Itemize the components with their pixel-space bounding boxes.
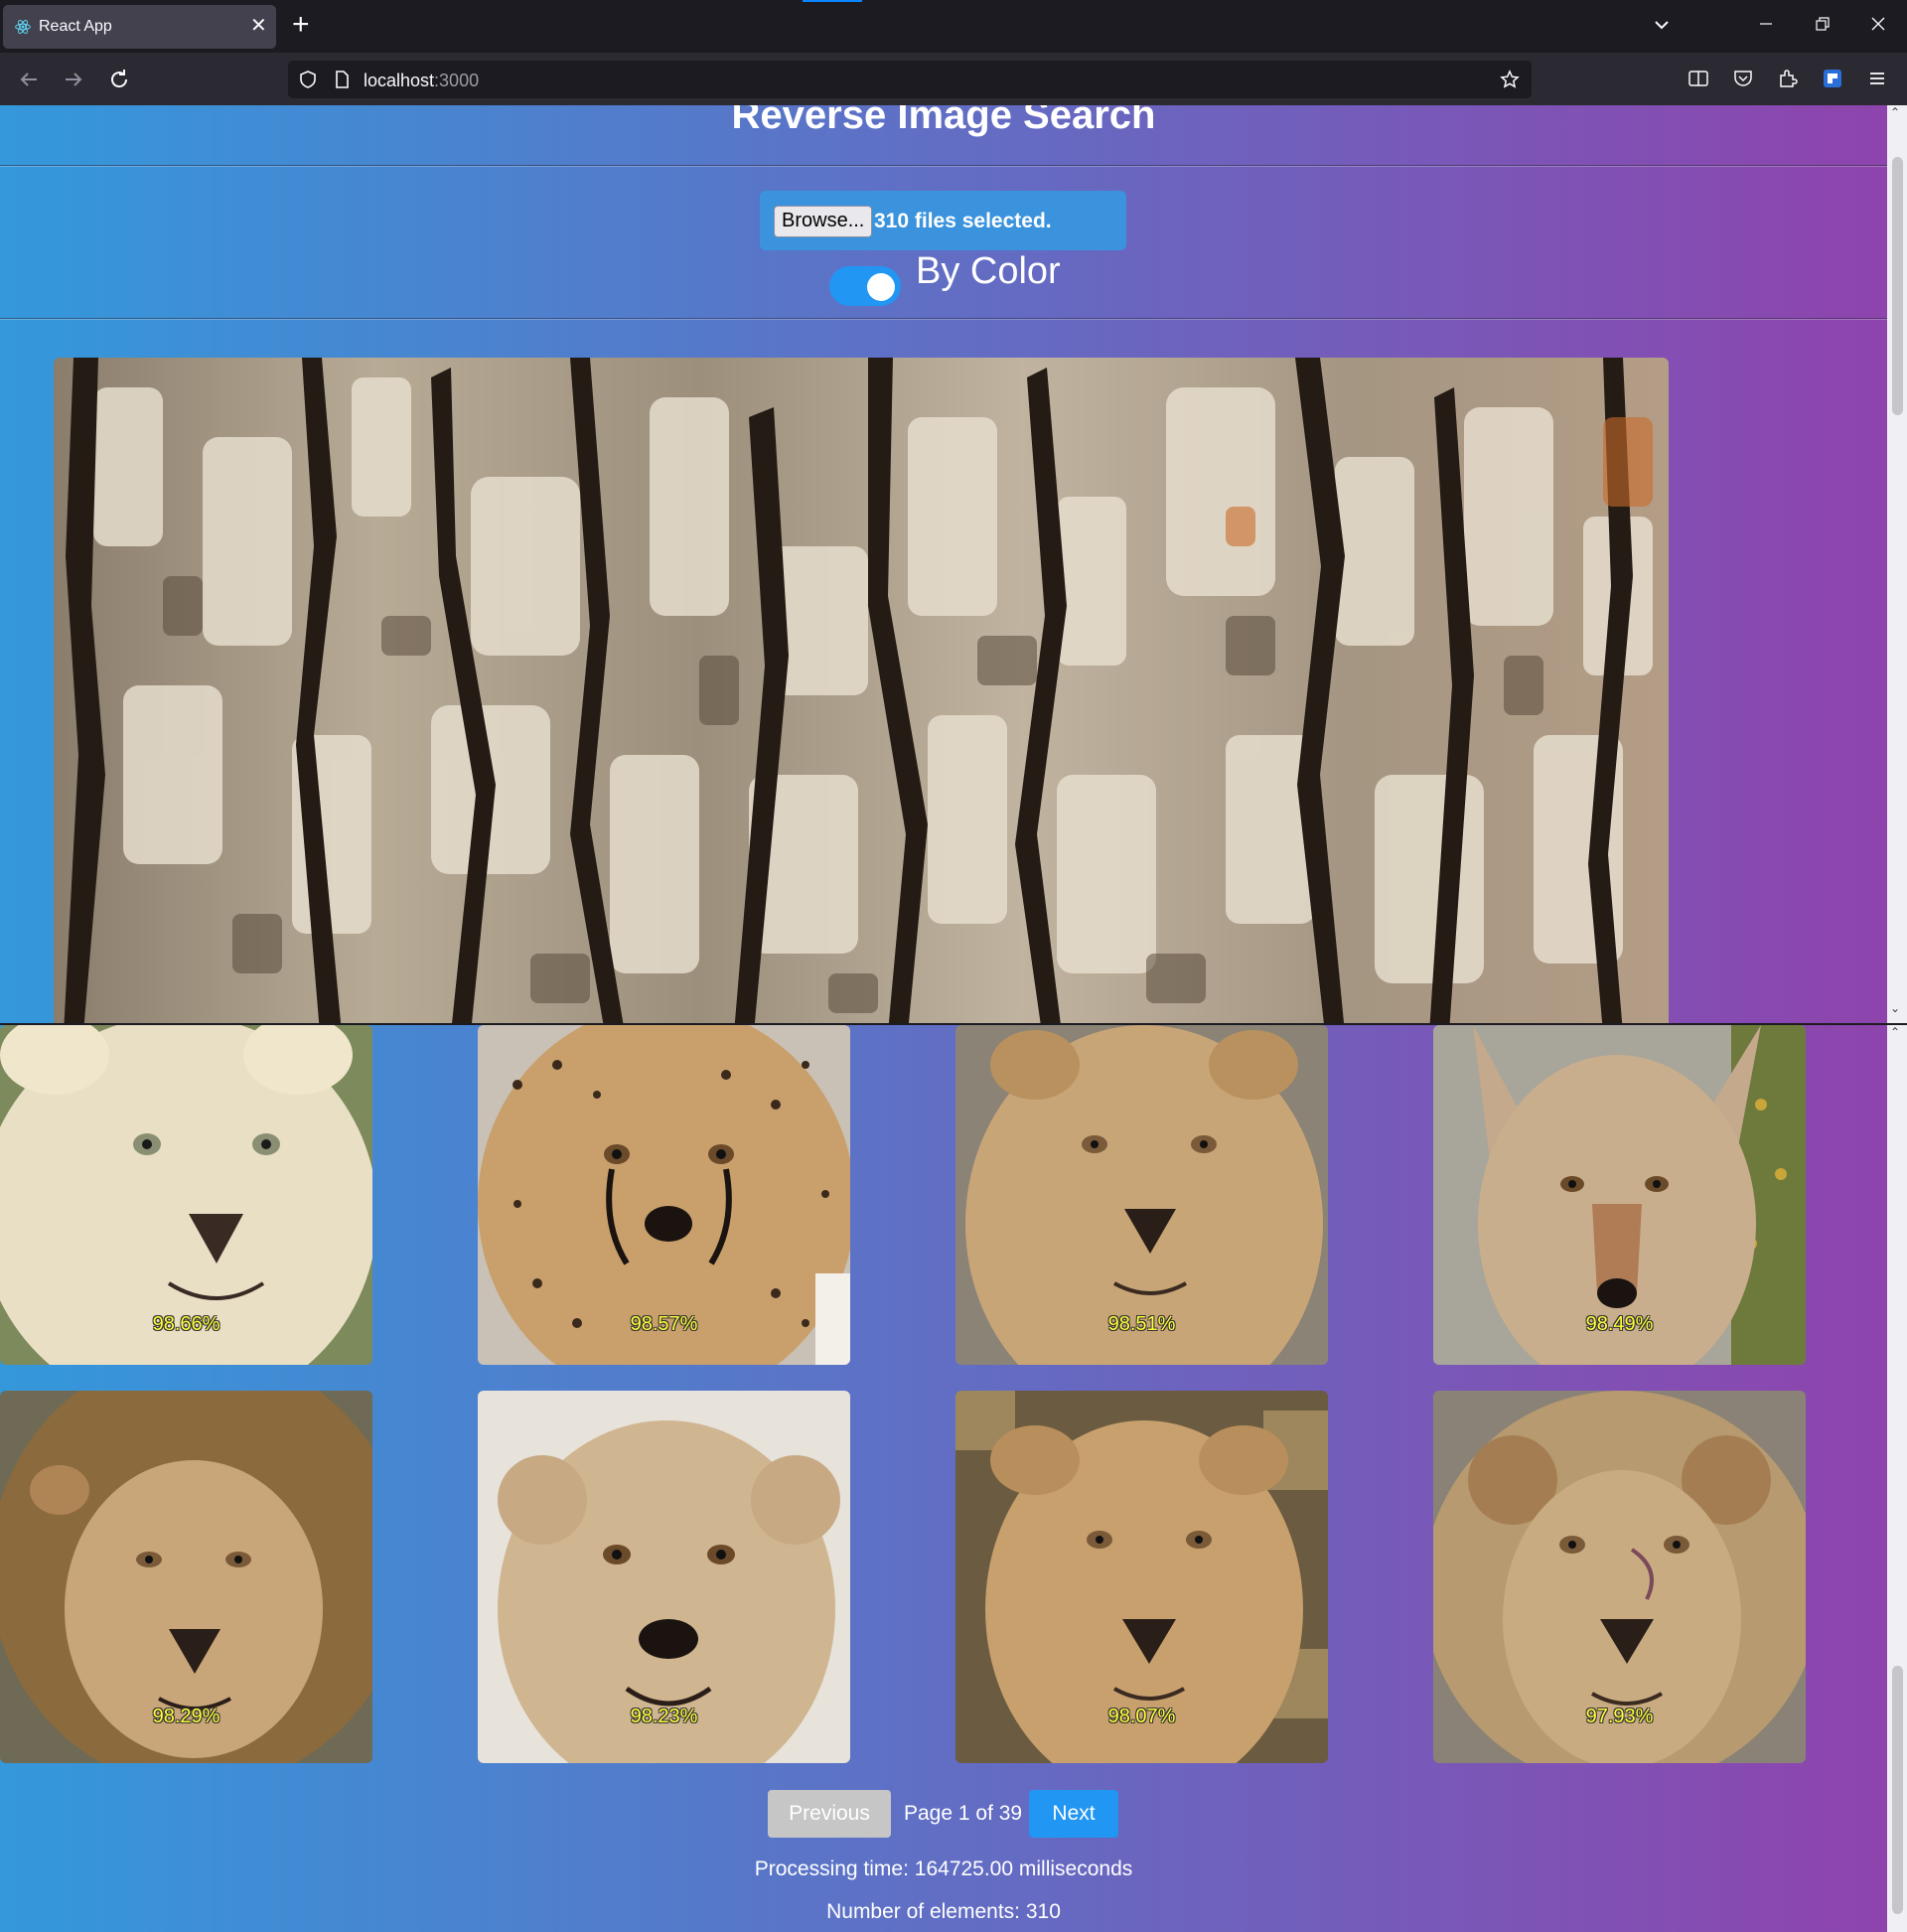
restore-icon[interactable]: [1813, 14, 1833, 34]
tab-close-icon[interactable]: ✕: [250, 15, 267, 37]
result-image[interactable]: 98.57%: [478, 1025, 850, 1365]
next-button[interactable]: Next: [1029, 1790, 1118, 1838]
scrollbar-top[interactable]: ⌃ ⌄: [1887, 105, 1907, 1023]
list-all-tabs-icon[interactable]: [1651, 14, 1673, 36]
browser-nav-bar: localhost:3000: [0, 53, 1907, 105]
minimize-icon[interactable]: [1756, 14, 1776, 34]
url-text: localhost:3000: [364, 71, 480, 90]
tab-indicator: [803, 0, 862, 2]
divider: [0, 318, 1887, 320]
similarity-score: 98.66%: [152, 1313, 220, 1335]
result-image[interactable]: 98.29%: [0, 1391, 372, 1763]
app-viewport-top: Reverse Image Search Browse... 310 files…: [0, 105, 1887, 1023]
similarity-score: 98.51%: [1107, 1313, 1176, 1335]
result-image[interactable]: 98.49%: [1433, 1025, 1806, 1365]
browser-tab[interactable]: React App ✕: [3, 5, 276, 49]
result-image[interactable]: 98.66%: [0, 1025, 372, 1365]
react-logo-icon: [15, 20, 31, 34]
new-tab-icon[interactable]: +: [292, 10, 310, 40]
pagination: Previous Page 1 of 39 Next: [0, 1790, 1887, 1838]
divider: [0, 165, 1887, 167]
browser-tab-bar: React App ✕ +: [0, 0, 1907, 53]
query-image: [54, 358, 1669, 1023]
bookmark-star-icon[interactable]: [1500, 70, 1520, 89]
browse-button[interactable]: Browse...: [774, 206, 873, 237]
scrollbar-thumb[interactable]: [1892, 1666, 1903, 1914]
toggle-label: By Color: [916, 250, 1061, 292]
page-indicator: Page 1 of 39: [904, 1802, 1023, 1825]
result-image[interactable]: 97.93%: [1433, 1391, 1806, 1763]
similarity-score: 98.57%: [630, 1313, 698, 1335]
similarity-score: 98.07%: [1107, 1706, 1176, 1727]
scroll-up-icon[interactable]: ⌃: [1890, 1025, 1900, 1039]
similarity-score: 97.93%: [1585, 1706, 1654, 1727]
element-count: Number of elements: 310: [826, 1900, 1061, 1923]
app-viewport-bottom: 98.66% 98.57% 98.51% 98.49% 98.29% 98.23…: [0, 1025, 1887, 1932]
result-image[interactable]: 98.23%: [478, 1391, 850, 1763]
address-bar[interactable]: localhost:3000: [288, 61, 1532, 98]
forward-arrow-icon[interactable]: [62, 68, 85, 91]
scrollbar-bottom[interactable]: ⌃: [1887, 1025, 1907, 1932]
similarity-score: 98.49%: [1585, 1313, 1654, 1335]
scroll-up-icon[interactable]: ⌃: [1890, 105, 1900, 119]
similarity-score: 98.29%: [152, 1706, 220, 1727]
processing-time: Processing time: 164725.00 milliseconds: [754, 1858, 1133, 1880]
reload-icon[interactable]: [107, 68, 131, 91]
shield-icon[interactable]: [298, 70, 318, 89]
page-icon[interactable]: [332, 70, 352, 89]
by-color-toggle[interactable]: [829, 266, 901, 306]
page-title: Reverse Image Search: [731, 105, 1156, 137]
menu-icon[interactable]: [1866, 68, 1888, 89]
similarity-score: 98.23%: [630, 1706, 698, 1727]
extension-badge-icon[interactable]: [1822, 68, 1843, 89]
result-image[interactable]: 98.07%: [955, 1391, 1328, 1763]
back-arrow-icon[interactable]: [17, 68, 41, 91]
pocket-icon[interactable]: [1732, 68, 1754, 89]
reader-view-icon[interactable]: [1687, 68, 1709, 89]
toggle-knob: [867, 273, 895, 301]
close-window-icon[interactable]: [1868, 14, 1888, 34]
result-image[interactable]: 98.51%: [955, 1025, 1328, 1365]
tab-title: React App: [39, 18, 112, 35]
file-input[interactable]: Browse... 310 files selected.: [760, 191, 1126, 250]
scroll-down-icon[interactable]: ⌄: [1890, 1001, 1900, 1015]
scrollbar-thumb[interactable]: [1892, 157, 1903, 415]
previous-button[interactable]: Previous: [768, 1790, 891, 1838]
extensions-icon[interactable]: [1777, 68, 1799, 89]
file-count-label: 310 files selected.: [874, 210, 1052, 232]
